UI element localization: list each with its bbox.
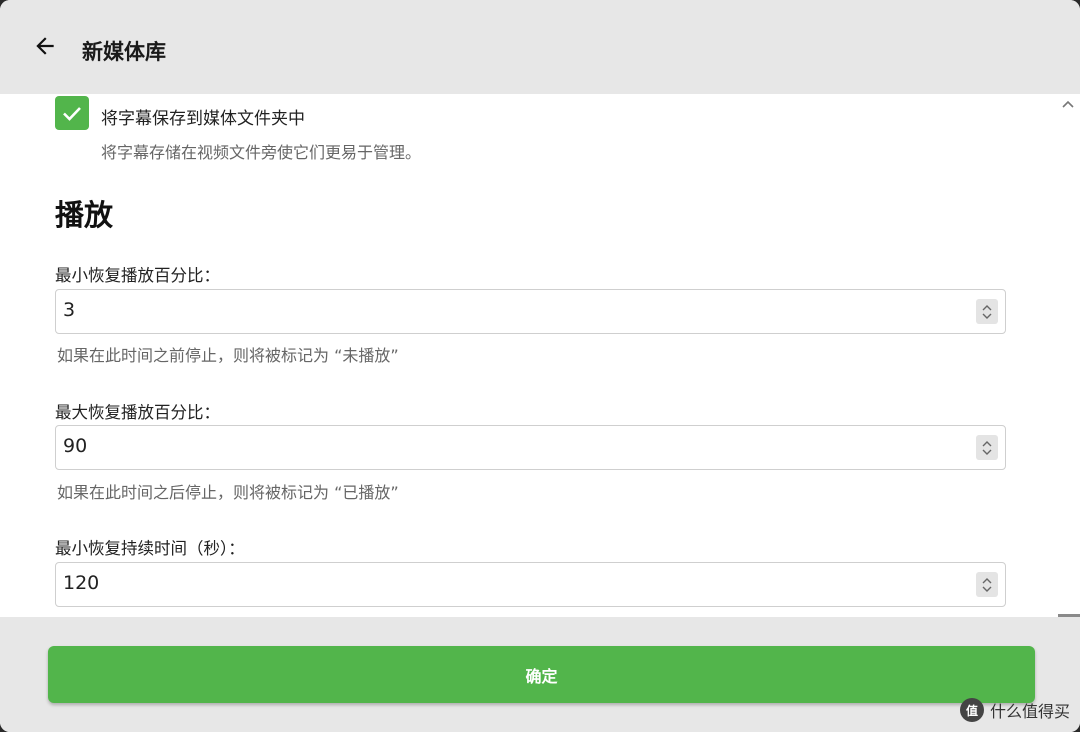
stepper-icon [982, 304, 992, 319]
watermark-logo: 值 [959, 698, 984, 722]
back-button[interactable] [28, 32, 62, 60]
save-subtitles-label[interactable]: 将字幕保存到媒体文件夹中 [101, 104, 305, 129]
watermark-text: 什么值得买 [989, 702, 1070, 721]
ok-button-label: 确定 [525, 666, 558, 686]
max-resume-pct-stepper[interactable] [976, 435, 998, 460]
min-resume-pct-stepper[interactable] [976, 299, 998, 324]
max-resume-pct-label: 最大恢复播放百分比： [55, 403, 220, 422]
min-resume-pct-help: 如果在此时间之前停止，则将被标记为 “未播放” [57, 346, 399, 365]
scroll-up-icon[interactable] [1060, 96, 1076, 112]
library-dialog: 新媒体库 将字幕保存到媒体文件夹中 将字幕存储在视频文件旁使它们更易于管理。 播… [0, 0, 1080, 732]
max-resume-pct-help: 如果在此时间之后停止，则将被标记为 “已播放” [57, 483, 399, 502]
max-resume-pct-value: 90 [63, 435, 88, 457]
min-resume-duration-input[interactable]: 120 [55, 562, 1006, 607]
stepper-icon [982, 440, 992, 455]
min-resume-pct-label: 最小恢复播放百分比： [55, 266, 220, 285]
ok-button[interactable]: 确定 [48, 646, 1035, 703]
min-resume-duration-label: 最小恢复持续时间（秒）： [55, 539, 245, 558]
min-resume-duration-stepper[interactable] [976, 572, 998, 597]
arrow-left-icon [36, 37, 54, 55]
dialog-header: 新媒体库 [0, 0, 1080, 94]
section-title-playback: 播放 [55, 198, 114, 232]
settings-content[interactable]: 将字幕保存到媒体文件夹中 将字幕存储在视频文件旁使它们更易于管理。 播放 最小恢… [0, 94, 1080, 617]
dialog-footer: 确定 值 什么值得买 [0, 617, 1080, 732]
save-subtitles-description: 将字幕存储在视频文件旁使它们更易于管理。 [101, 143, 422, 162]
checkmark-icon [63, 107, 81, 121]
save-subtitles-checkbox[interactable] [55, 96, 89, 130]
min-resume-pct-value: 3 [63, 299, 76, 321]
page-title: 新媒体库 [82, 40, 166, 64]
stepper-icon [982, 577, 992, 592]
min-resume-duration-value: 120 [63, 572, 100, 594]
max-resume-pct-input[interactable]: 90 [55, 425, 1006, 470]
watermark: 值 什么值得买 [959, 698, 1070, 722]
min-resume-pct-input[interactable]: 3 [55, 289, 1006, 334]
